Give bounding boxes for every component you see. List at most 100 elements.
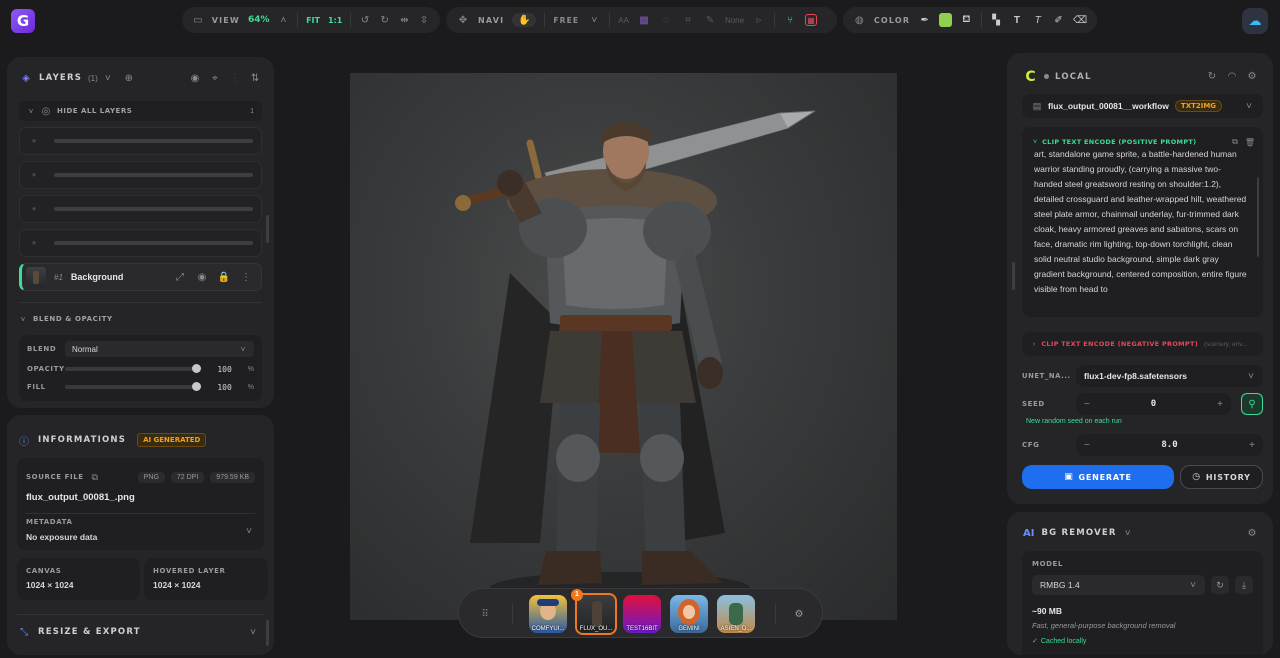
paint-bucket-icon[interactable]: ⛾ bbox=[960, 13, 973, 27]
focus-icon[interactable]: ⌖ bbox=[208, 71, 222, 85]
app-logo[interactable]: G bbox=[11, 9, 35, 33]
dock-thumb[interactable]: TEST16BIT bbox=[623, 595, 661, 633]
layer-index: #1 bbox=[54, 272, 63, 282]
more-icon[interactable]: ⋮ bbox=[239, 270, 253, 284]
dock-thumb-active[interactable]: FLUX_OU... bbox=[575, 593, 617, 635]
source-file-card: SOURCE FILE ⧉ PNG 72 DPI 979.59 KB flux_… bbox=[17, 458, 264, 550]
color-swatch[interactable] bbox=[939, 13, 952, 27]
chevron-down-icon[interactable]: ˅ bbox=[104, 71, 112, 85]
free-mode[interactable]: FREE bbox=[553, 16, 579, 25]
expand-icon[interactable]: ⤢ bbox=[173, 270, 187, 284]
sort-icon[interactable]: ⇅ bbox=[248, 71, 262, 85]
zoom-value[interactable]: 64% bbox=[248, 15, 270, 25]
lasso-icon[interactable]: ◌ bbox=[659, 13, 673, 27]
document-icon: ▤ bbox=[1032, 100, 1042, 111]
workflow-select[interactable]: ▤ flux_output_00081__workflow TXT2IMG ˅ bbox=[1022, 94, 1263, 118]
generate-button[interactable]: ▣ GENERATE bbox=[1022, 465, 1174, 489]
informations-title: INFORMATIONS bbox=[38, 435, 127, 445]
model-select[interactable]: RMBG 1.4 ˅ bbox=[1032, 575, 1205, 595]
dock-thumb[interactable]: ASIEN_D... bbox=[717, 595, 755, 633]
flip-vertical-icon[interactable]: ⇳ bbox=[418, 13, 430, 27]
branch-icon[interactable]: ⑂ bbox=[783, 13, 797, 27]
slider-handle[interactable] bbox=[191, 364, 201, 373]
hand-tool-icon[interactable]: ✋ bbox=[512, 13, 537, 27]
more-icon[interactable]: ⋮ bbox=[228, 71, 242, 85]
fit-button[interactable]: FIT bbox=[306, 16, 320, 25]
none-option[interactable]: None bbox=[725, 16, 744, 25]
grid-icon[interactable]: ⠿ bbox=[478, 607, 492, 621]
checkerboard-icon[interactable]: ▚ bbox=[990, 13, 1003, 27]
chevron-down-icon[interactable]: ˅ bbox=[1033, 139, 1037, 146]
layer-thumbnail bbox=[26, 267, 46, 287]
unet-select[interactable]: flux1-dev-fp8.safetensors ˅ bbox=[1076, 365, 1263, 387]
eraser-icon[interactable]: ⌫ bbox=[1073, 13, 1087, 27]
history-button[interactable]: ◷ HISTORY bbox=[1180, 465, 1263, 489]
add-layer-icon[interactable]: ⊕ bbox=[122, 71, 136, 85]
resize-export-header[interactable]: ⤡ RESIZE & EXPORT ˅ bbox=[17, 625, 260, 639]
copy-icon[interactable]: ⧉ bbox=[90, 470, 100, 484]
layer-background[interactable]: #1 Background ⤢ ◉ 🔒 ⋮ bbox=[19, 263, 262, 291]
hovered-layer-card: HOVERED LAYER 1024 × 1024 bbox=[144, 558, 268, 600]
shape-icon[interactable]: ▹ bbox=[752, 13, 766, 27]
eye-off-icon: ◎ bbox=[41, 105, 51, 117]
cloud-icon[interactable]: ☁ bbox=[1242, 8, 1268, 34]
dock-thumb-label: GEMINI bbox=[678, 626, 700, 632]
random-seed-icon[interactable]: ⚲ bbox=[1241, 393, 1263, 415]
eyedropper-icon[interactable]: ✒ bbox=[918, 13, 931, 27]
opacity-slider[interactable] bbox=[65, 364, 201, 373]
refresh-icon[interactable]: ↻ bbox=[1205, 70, 1219, 84]
right-scrollbar[interactable] bbox=[1012, 262, 1015, 290]
text-style-icon[interactable]: T bbox=[1031, 13, 1044, 27]
eye-icon[interactable]: ◉ bbox=[195, 270, 209, 284]
brush-icon[interactable]: ✐ bbox=[1052, 13, 1065, 27]
comfy-panel: C LOCAL ↻ ◠ ⚙ ▤ flux_output_00081__workf… bbox=[1007, 53, 1273, 504]
crop-icon[interactable]: ⌗ bbox=[681, 13, 695, 27]
negative-prompt-card[interactable]: › CLIP TEXT ENCODE (NEGATIVE PROMPT) (sc… bbox=[1022, 332, 1263, 356]
layers-scrollbar[interactable] bbox=[266, 215, 269, 243]
seed-input[interactable]: − 0 + bbox=[1076, 393, 1231, 415]
selection-icon[interactable]: ▩ bbox=[637, 13, 651, 27]
pen-icon[interactable]: ✎ bbox=[703, 13, 717, 27]
opacity-input[interactable]: 100 bbox=[207, 362, 238, 376]
hide-all-layers-row[interactable]: ˅ ◎ HIDE ALL LAYERS 1 bbox=[19, 101, 262, 121]
eye-icon[interactable]: ◉ bbox=[188, 71, 202, 85]
lock-icon[interactable]: 🔒 bbox=[217, 270, 231, 284]
grid-off-icon[interactable]: ▦ bbox=[805, 14, 818, 26]
refresh-icon[interactable]: ↻ bbox=[1211, 576, 1229, 594]
image-canvas[interactable] bbox=[350, 73, 897, 620]
gear-icon[interactable]: ⚙ bbox=[1245, 526, 1259, 540]
chevron-down-icon[interactable]: ˅ bbox=[1124, 526, 1132, 540]
increment-button[interactable]: + bbox=[1249, 440, 1255, 451]
chevron-up-icon[interactable]: ˄ bbox=[278, 13, 290, 27]
chevron-down-icon[interactable]: ˅ bbox=[242, 524, 256, 538]
rotate-right-icon[interactable]: ↻ bbox=[379, 13, 391, 27]
fill-input[interactable]: 100 bbox=[207, 380, 238, 394]
fill-label: FILL bbox=[27, 383, 46, 391]
blend-opacity-header[interactable]: ˅ BLEND & OPACITY bbox=[19, 312, 262, 326]
positive-prompt-text[interactable]: art, standalone game sprite, a battle-ha… bbox=[1034, 147, 1249, 313]
info-scrollbar[interactable] bbox=[266, 620, 269, 646]
image-icon: ▣ bbox=[1064, 472, 1074, 482]
ai-generated-badge: AI GENERATED bbox=[137, 433, 207, 447]
gear-icon[interactable]: ⚙ bbox=[792, 607, 806, 621]
flip-horizontal-icon[interactable]: ⇹ bbox=[399, 13, 411, 27]
antialias-toggle[interactable]: AA bbox=[618, 16, 629, 25]
check-icon: ✓ bbox=[1032, 638, 1038, 645]
cfg-input[interactable]: − 8.0 + bbox=[1076, 434, 1263, 456]
blend-select[interactable]: Normal ˅ bbox=[65, 341, 254, 357]
dock-thumb[interactable]: GEMINI bbox=[670, 595, 708, 633]
unet-value: flux1-dev-fp8.safetensors bbox=[1084, 371, 1187, 381]
prompt-scrollbar[interactable] bbox=[1257, 177, 1259, 257]
slider-handle[interactable] bbox=[191, 382, 201, 391]
rotate-left-icon[interactable]: ↺ bbox=[359, 13, 371, 27]
wifi-icon[interactable]: ◠ bbox=[1225, 70, 1239, 84]
color-toolbar: ◍ COLOR ✒ ⛾ ▚ T T ✐ ⌫ bbox=[843, 7, 1097, 33]
text-icon[interactable]: T bbox=[1011, 13, 1024, 27]
download-icon[interactable]: ⤓ bbox=[1235, 576, 1253, 594]
chevron-down-icon[interactable]: ˅ bbox=[587, 13, 601, 27]
gear-icon[interactable]: ⚙ bbox=[1245, 70, 1259, 84]
one-to-one-button[interactable]: 1:1 bbox=[328, 16, 342, 25]
dock-thumb[interactable]: COMFYUI... bbox=[529, 595, 567, 633]
fill-slider[interactable] bbox=[65, 382, 201, 391]
increment-button[interactable]: + bbox=[1217, 399, 1223, 410]
